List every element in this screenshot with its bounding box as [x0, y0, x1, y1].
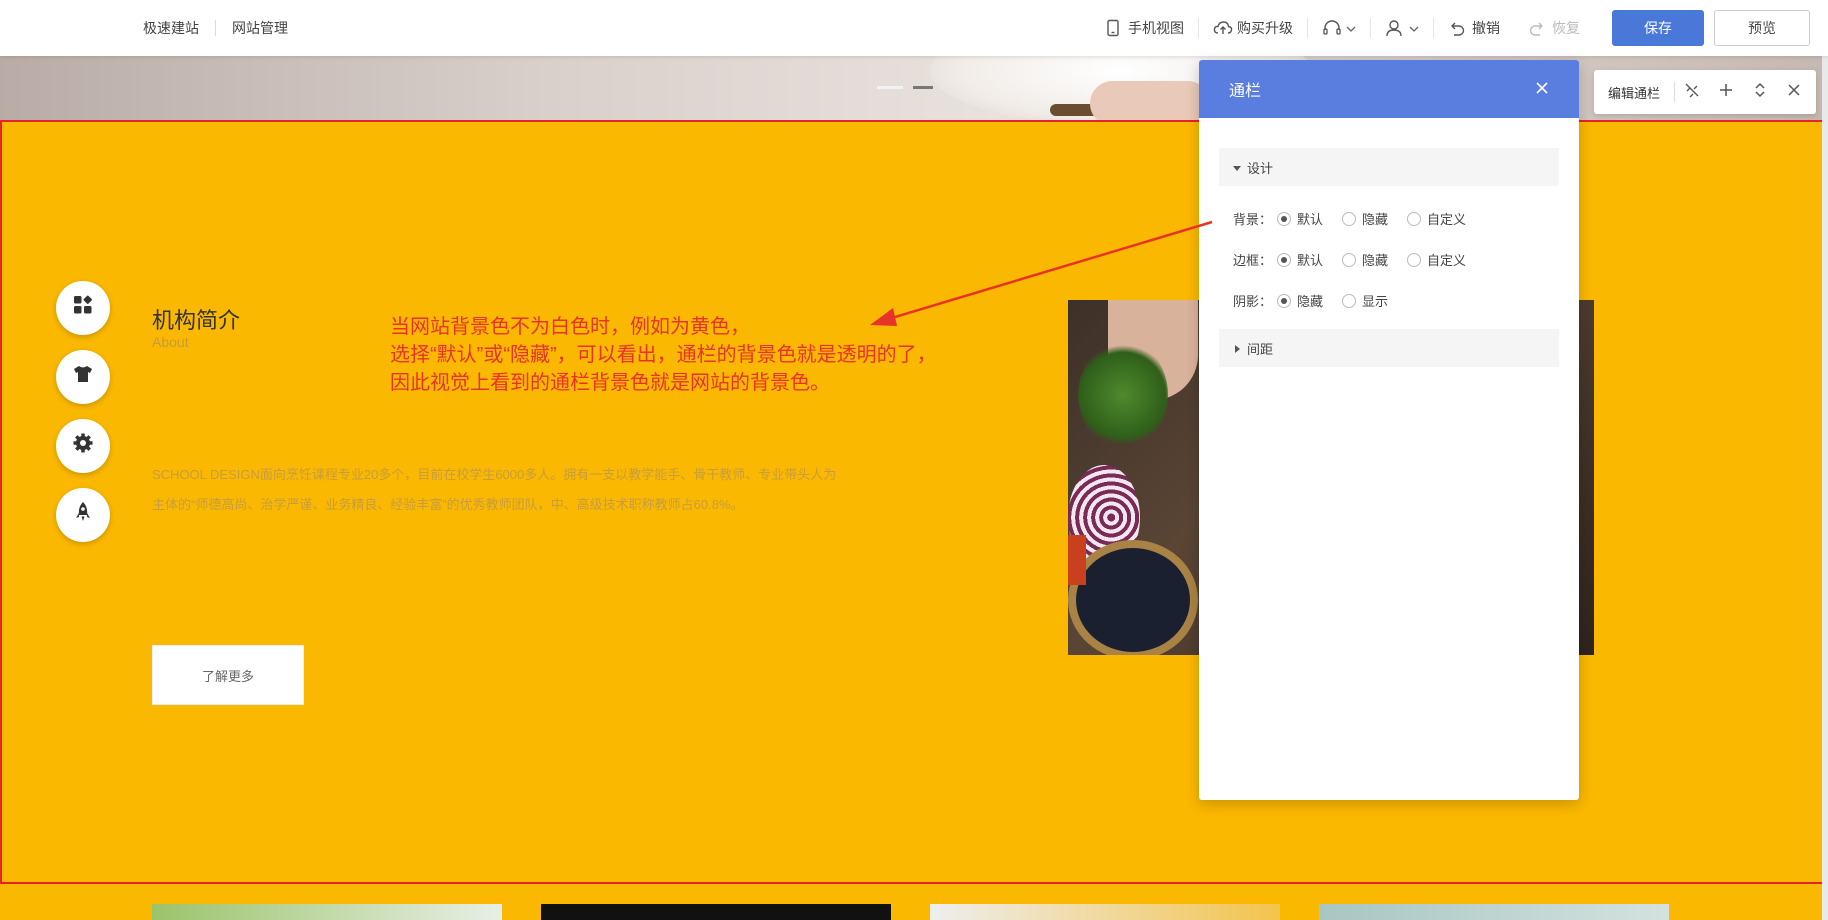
shadow-row: 阴影： 隐藏 显示 — [1233, 280, 1579, 321]
top-toolbar: 极速建站 网站管理 手机视图 购买升级 撤销 恢复 保存 预览 — [0, 0, 1828, 56]
user-menu[interactable] — [1371, 18, 1434, 38]
side-tools — [56, 281, 110, 542]
redo-button[interactable]: 恢复 — [1514, 18, 1594, 38]
edit-section-label[interactable]: 编辑通栏 — [1594, 82, 1676, 102]
annotation-line: 当网站背景色不为白色时，例如为黄色， — [390, 316, 750, 338]
nav-divider — [215, 20, 216, 36]
shadow-show-radio[interactable]: 显示 — [1342, 291, 1407, 310]
spacing-group-label: 间距 — [1247, 341, 1274, 357]
section-title: 机构简介 — [152, 308, 241, 333]
border-custom-radio[interactable]: 自定义 — [1407, 250, 1472, 269]
section-settings-panel: 通栏 设计 背景： 默认 隐藏 自定义 边框： 默认 隐藏 自定义 阴影： 隐藏… — [1199, 60, 1579, 800]
shadow-label: 阴影： — [1233, 294, 1273, 309]
border-hidden-radio[interactable]: 隐藏 — [1342, 250, 1407, 269]
publish-button[interactable] — [56, 488, 110, 542]
modules-icon — [72, 294, 94, 323]
user-icon — [1385, 19, 1403, 37]
carousel-dots — [877, 86, 933, 89]
carousel-dot-active[interactable] — [913, 86, 933, 89]
chevron-down-icon — [1409, 20, 1419, 36]
redo-label: 恢复 — [1552, 20, 1580, 36]
tshirt-icon — [72, 363, 94, 392]
scrollbar[interactable] — [1822, 56, 1828, 920]
learn-more-button[interactable]: 了解更多 — [152, 645, 304, 705]
headset-icon — [1322, 19, 1341, 37]
shadow-hidden-radio[interactable]: 隐藏 — [1277, 291, 1342, 310]
undo-icon — [1448, 19, 1466, 37]
caret-right-icon — [1233, 341, 1241, 356]
close-icon[interactable] — [1535, 79, 1549, 99]
spacing-group-header[interactable]: 间距 — [1219, 329, 1559, 367]
section-description: SCHOOL DESIGN面向烹饪课程专业20多个，目前在校学生6000多人。拥… — [152, 467, 837, 512]
design-group-header[interactable]: 设计 — [1219, 148, 1559, 186]
theme-button[interactable] — [56, 350, 110, 404]
edit-section-toolbar: 编辑通栏 — [1594, 70, 1816, 114]
phone-icon — [1104, 19, 1122, 37]
annotation-text: 当网站背景色不为白色时，例如为黄色， 选择“默认”或“隐藏”，可以看出，通栏的背… — [390, 313, 937, 397]
top-nav: 极速建站 网站管理 — [143, 0, 304, 56]
preview-button[interactable]: 预览 — [1714, 10, 1810, 46]
settings-button[interactable] — [56, 419, 110, 473]
annotation-line: 因此视觉上看到的通栏背景色就是网站的背景色。 — [390, 372, 830, 394]
cloud-upload-icon — [1213, 19, 1233, 37]
unlink-icon[interactable] — [1675, 82, 1709, 103]
gallery-thumb[interactable] — [930, 904, 1280, 920]
gallery-strip — [0, 884, 1828, 920]
gear-icon — [72, 432, 94, 461]
nav-site-manage[interactable]: 网站管理 — [232, 18, 304, 38]
move-icon[interactable] — [1743, 82, 1777, 103]
support-menu[interactable] — [1308, 18, 1371, 38]
save-button[interactable]: 保存 — [1612, 10, 1704, 46]
plus-icon[interactable] — [1709, 82, 1743, 103]
mobile-view-button[interactable]: 手机视图 — [1090, 18, 1199, 38]
herb-image — [1078, 340, 1168, 450]
design-group-label: 设计 — [1247, 160, 1274, 176]
gallery-thumb[interactable] — [1319, 904, 1669, 920]
tomato-image — [1068, 535, 1086, 585]
background-custom-radio[interactable]: 自定义 — [1407, 209, 1472, 228]
section-subtitle: About — [152, 334, 189, 350]
annotation-line: 选择“默认”或“隐藏”，可以看出，通栏的背景色就是透明的了， — [390, 344, 937, 366]
basket-image — [1068, 540, 1198, 655]
carousel-dot[interactable] — [877, 86, 903, 89]
border-default-radio[interactable]: 默认 — [1277, 250, 1342, 269]
undo-button[interactable]: 撤销 — [1434, 18, 1514, 38]
background-hidden-radio[interactable]: 隐藏 — [1342, 209, 1407, 228]
rocket-icon — [72, 501, 94, 530]
upgrade-label: 购买升级 — [1237, 20, 1293, 36]
gallery-thumb[interactable] — [152, 904, 502, 920]
hand-image — [1090, 81, 1210, 120]
border-label: 边框： — [1233, 253, 1273, 268]
nav-quick-build[interactable]: 极速建站 — [143, 18, 215, 38]
close-icon[interactable] — [1777, 83, 1811, 102]
background-label: 背景： — [1233, 212, 1273, 227]
panel-header: 通栏 — [1199, 60, 1579, 118]
background-default-radio[interactable]: 默认 — [1277, 209, 1342, 228]
gallery-thumb[interactable] — [541, 904, 891, 920]
panel-title: 通栏 — [1229, 83, 1262, 100]
upgrade-button[interactable]: 购买升级 — [1199, 18, 1308, 38]
background-row: 背景： 默认 隐藏 自定义 — [1233, 198, 1579, 239]
add-module-button[interactable] — [56, 281, 110, 335]
toolbar-actions: 手机视图 购买升级 撤销 恢复 保存 预览 — [1090, 0, 1828, 56]
caret-down-icon — [1233, 160, 1241, 175]
mobile-view-label: 手机视图 — [1128, 20, 1184, 36]
border-row: 边框： 默认 隐藏 自定义 — [1233, 239, 1579, 280]
chevron-down-icon — [1346, 20, 1356, 36]
undo-label: 撤销 — [1472, 20, 1500, 36]
redo-icon — [1528, 19, 1546, 37]
